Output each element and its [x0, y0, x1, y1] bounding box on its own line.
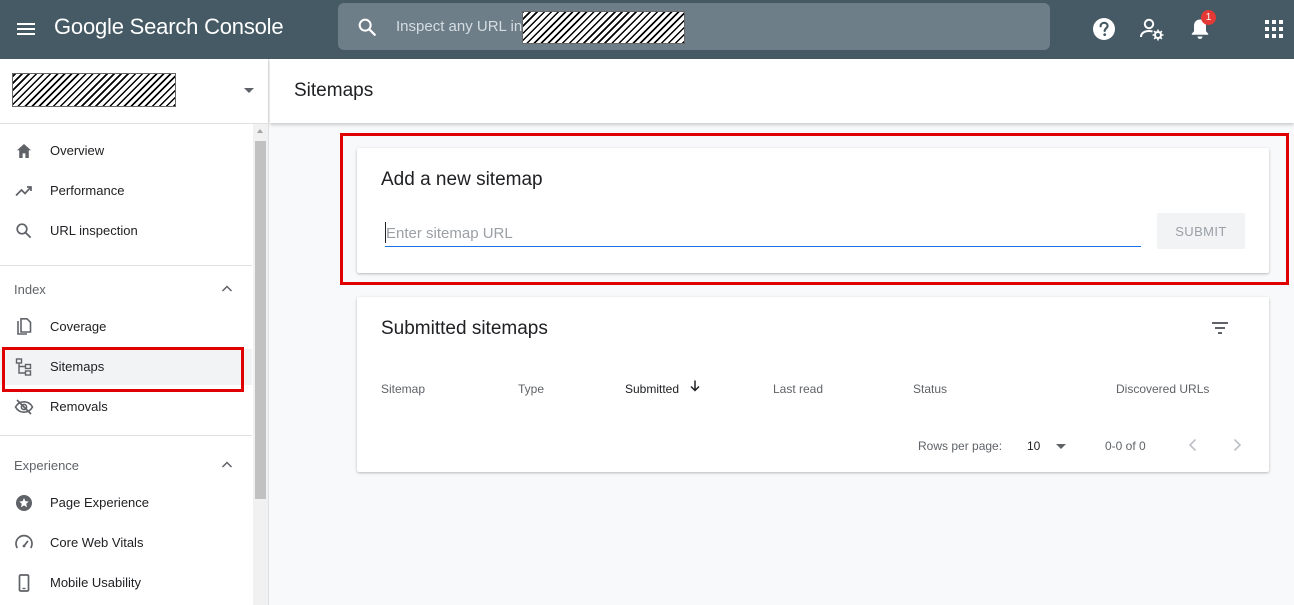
- home-icon: [17, 144, 31, 158]
- sitemaps-highlight-box: [2, 347, 244, 392]
- add-sitemap-highlight-box: [340, 133, 1289, 285]
- sidebar-item-label: Removals: [50, 399, 108, 414]
- submitted-sitemaps-card: Submitted sitemaps Sitemap Type Submitte…: [357, 297, 1269, 472]
- redacted-property-url: [522, 11, 685, 44]
- scroll-up-arrow-icon[interactable]: [257, 129, 263, 133]
- sidebar-divider: [0, 265, 252, 266]
- column-header-discovered-urls[interactable]: Discovered URLs: [1116, 382, 1209, 396]
- section-label: Experience: [14, 458, 80, 473]
- sidebar-item-label: Core Web Vitals: [50, 535, 144, 550]
- sidebar-item-label: Page Experience: [50, 495, 150, 510]
- sidebar-item-core-web-vitals[interactable]: Core Web Vitals: [0, 525, 252, 561]
- search-icon: [358, 18, 376, 36]
- sidebar-item-label: URL inspection: [50, 223, 138, 238]
- file-copy-icon: [17, 318, 32, 335]
- filter-icon[interactable]: [1209, 317, 1231, 339]
- apps-grid-icon[interactable]: [1260, 15, 1288, 43]
- dropdown-arrow-icon: [244, 88, 254, 93]
- rows-per-page-value: 10: [1027, 439, 1041, 453]
- visibility-off-icon: [14, 399, 34, 415]
- sidebar-item-performance[interactable]: Performance: [0, 173, 252, 209]
- page-title: Sitemaps: [294, 80, 374, 101]
- chevron-left-icon[interactable]: [1182, 434, 1204, 456]
- trending-up-icon: [15, 186, 32, 197]
- column-header-type[interactable]: Type: [518, 382, 544, 396]
- card-title: Submitted sitemaps: [381, 318, 548, 339]
- star-badge-icon: [16, 495, 32, 511]
- column-header-submitted[interactable]: Submitted: [625, 382, 679, 396]
- phone-icon: [18, 574, 30, 592]
- sidebar-section-experience[interactable]: Experience: [0, 445, 252, 485]
- sidebar-item-mobile-usability[interactable]: Mobile Usability: [0, 565, 252, 601]
- sidebar-item-url-inspection[interactable]: URL inspection: [0, 213, 252, 249]
- sidebar-section-index[interactable]: Index: [0, 269, 252, 309]
- speedometer-icon: [15, 534, 33, 549]
- sidebar-divider: [0, 435, 252, 436]
- sidebar-item-coverage[interactable]: Coverage: [0, 309, 252, 345]
- section-label: Index: [14, 282, 46, 297]
- pagination-range: 0-0 of 0: [1105, 439, 1146, 453]
- help-icon[interactable]: [1090, 15, 1118, 43]
- dropdown-arrow-icon: [1056, 444, 1066, 449]
- property-selector[interactable]: [0, 59, 268, 124]
- app-logo[interactable]: Google Search Console: [54, 14, 284, 40]
- chevron-up-icon: [221, 461, 233, 468]
- sidebar-scrollbar-thumb[interactable]: [255, 141, 266, 499]
- arrow-down-icon[interactable]: [688, 379, 702, 393]
- rows-per-page-label: Rows per page:: [918, 439, 1003, 453]
- chevron-up-icon: [221, 285, 233, 292]
- redacted-property-name: [12, 73, 176, 107]
- sidebar-item-label: Performance: [50, 183, 125, 198]
- sidebar-item-removals[interactable]: Removals: [0, 389, 252, 425]
- column-header-status[interactable]: Status: [913, 382, 947, 396]
- sidebar-item-overview[interactable]: Overview: [0, 133, 252, 169]
- sidebar-item-page-experience[interactable]: Page Experience: [0, 485, 252, 521]
- column-header-last-read[interactable]: Last read: [773, 382, 823, 396]
- column-header-sitemap[interactable]: Sitemap: [381, 382, 425, 396]
- search-placeholder: Inspect any URL in: [396, 18, 523, 35]
- menu-icon[interactable]: [14, 17, 38, 41]
- sidebar: Overview Performance URL inspection Inde…: [0, 59, 269, 605]
- manage-users-icon[interactable]: [1138, 15, 1166, 43]
- sidebar-item-label: Coverage: [50, 319, 107, 334]
- sidebar-item-label: Mobile Usability: [50, 575, 142, 590]
- page-header: Sitemaps: [270, 59, 1294, 123]
- top-app-bar: Google Search Console Inspect any URL in…: [0, 0, 1294, 59]
- rows-per-page-select[interactable]: 10: [1022, 436, 1070, 456]
- chevron-right-icon[interactable]: [1226, 434, 1248, 456]
- search-icon: [16, 223, 32, 239]
- sidebar-item-label: Overview: [50, 143, 105, 158]
- url-inspect-search[interactable]: Inspect any URL in: [338, 3, 1050, 50]
- notification-badge: 1: [1201, 10, 1216, 25]
